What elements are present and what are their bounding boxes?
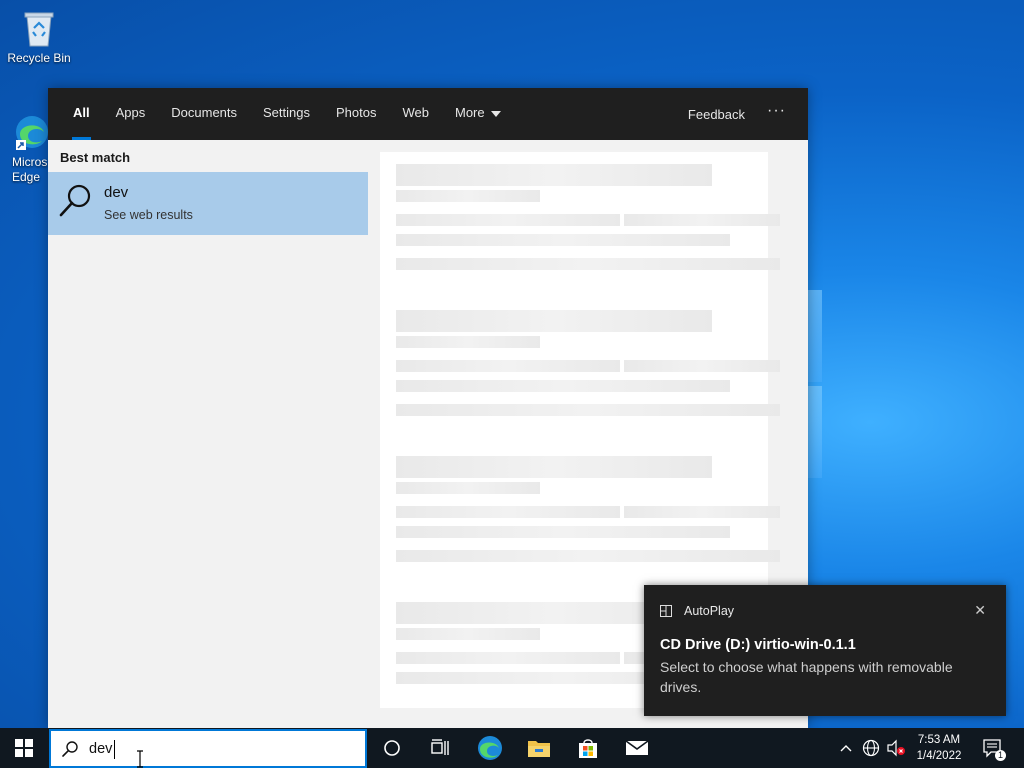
mail-icon xyxy=(625,740,649,755)
show-hidden-icons-button[interactable] xyxy=(836,728,856,768)
ibeam-cursor-icon xyxy=(137,750,143,768)
loading-placeholder xyxy=(396,652,620,664)
cortana-icon xyxy=(384,740,400,756)
mail-button[interactable] xyxy=(613,728,661,768)
network-globe-icon xyxy=(862,739,880,757)
loading-placeholder xyxy=(396,380,730,392)
clock-time: 7:53 AM xyxy=(917,734,961,746)
autoplay-notification[interactable]: AutoPlay ✕ CD Drive (D:) virtio-win-0.1.… xyxy=(644,585,1006,716)
search-tabs-bar: All Apps Documents Settings Photos Web M… xyxy=(48,88,808,140)
store-button[interactable] xyxy=(564,728,612,768)
loading-placeholder xyxy=(396,506,620,518)
feedback-button[interactable]: Feedback xyxy=(670,107,763,122)
tab-more[interactable]: More xyxy=(442,88,514,140)
start-button[interactable] xyxy=(0,728,48,768)
tab-more-label: More xyxy=(454,105,485,120)
loading-placeholder xyxy=(396,360,620,372)
tab-documents[interactable]: Documents xyxy=(158,88,250,140)
wallpaper-light-pane xyxy=(808,290,822,382)
tab-settings[interactable]: Settings xyxy=(250,88,323,140)
edge-icon xyxy=(478,736,502,760)
wallpaper-light-pane xyxy=(808,386,822,478)
loading-placeholder xyxy=(396,336,540,348)
result-title: dev xyxy=(104,184,129,201)
volume-button[interactable] xyxy=(884,728,908,768)
desktop-icon-label: Micros Edge xyxy=(12,155,48,184)
tab-apps[interactable]: Apps xyxy=(103,88,159,140)
loading-placeholder xyxy=(396,190,540,202)
more-options-button[interactable]: ··· xyxy=(763,102,808,126)
desktop-icon-recycle-bin[interactable]: Recycle Bin xyxy=(2,8,76,65)
loading-placeholder xyxy=(396,310,712,332)
file-explorer-button[interactable] xyxy=(515,728,563,768)
windows-logo-icon xyxy=(15,739,33,757)
clock-date: 1/4/2022 xyxy=(916,750,962,762)
file-explorer-icon xyxy=(528,741,550,757)
result-subtitle: See web results xyxy=(104,208,193,222)
loading-placeholder xyxy=(624,506,780,518)
desktop-icon-label: Recycle Bin xyxy=(7,51,71,65)
best-match-header: Best match xyxy=(60,150,131,165)
network-button[interactable] xyxy=(860,728,882,768)
close-icon[interactable]: ✕ xyxy=(974,602,986,619)
task-view-icon xyxy=(431,739,449,755)
loading-placeholder xyxy=(396,164,712,186)
notification-count-badge: 1 xyxy=(995,750,1006,761)
desktop-icon-edge[interactable]: Micros Edge xyxy=(0,112,48,185)
edge-taskbar-button[interactable] xyxy=(466,728,514,768)
loading-placeholder xyxy=(396,258,780,270)
loading-placeholder xyxy=(396,456,712,478)
best-match-result[interactable]: dev See web results xyxy=(48,172,368,235)
tab-photos[interactable]: Photos xyxy=(323,88,389,140)
autoplay-icon xyxy=(660,605,672,617)
taskbar-search-box[interactable]: dev xyxy=(49,729,367,768)
cortana-button[interactable] xyxy=(368,728,416,768)
loading-placeholder xyxy=(624,360,780,372)
loading-placeholder xyxy=(396,482,540,494)
toast-app-name: AutoPlay xyxy=(684,604,735,618)
chevron-up-icon xyxy=(840,745,852,752)
search-icon xyxy=(59,184,91,217)
action-center-button[interactable]: 1 xyxy=(978,728,1008,768)
recycle-bin-icon xyxy=(19,8,59,48)
loading-placeholder xyxy=(624,214,780,226)
tab-web[interactable]: Web xyxy=(389,88,442,140)
loading-placeholder xyxy=(396,628,540,640)
loading-placeholder xyxy=(396,234,730,246)
store-icon xyxy=(579,739,597,758)
volume-muted-icon xyxy=(887,739,905,757)
chevron-down-icon xyxy=(490,110,501,117)
task-view-button[interactable] xyxy=(416,728,464,768)
search-query-text[interactable]: dev xyxy=(89,741,112,757)
loading-placeholder xyxy=(396,526,730,538)
loading-placeholder xyxy=(396,214,620,226)
text-cursor xyxy=(114,740,115,759)
tab-all[interactable]: All xyxy=(60,88,103,140)
clock[interactable]: 7:53 AM 1/4/2022 xyxy=(910,728,968,768)
toast-title: CD Drive (D:) virtio-win-0.1.1 xyxy=(660,637,856,653)
results-list: Best match dev See web results xyxy=(48,140,368,728)
toast-app-row: AutoPlay xyxy=(660,604,734,618)
loading-placeholder xyxy=(396,404,780,416)
search-icon xyxy=(62,741,78,757)
edge-shortcut-icon xyxy=(12,112,48,152)
loading-placeholder xyxy=(396,550,780,562)
toast-body: Select to choose what happens with remov… xyxy=(660,659,953,695)
